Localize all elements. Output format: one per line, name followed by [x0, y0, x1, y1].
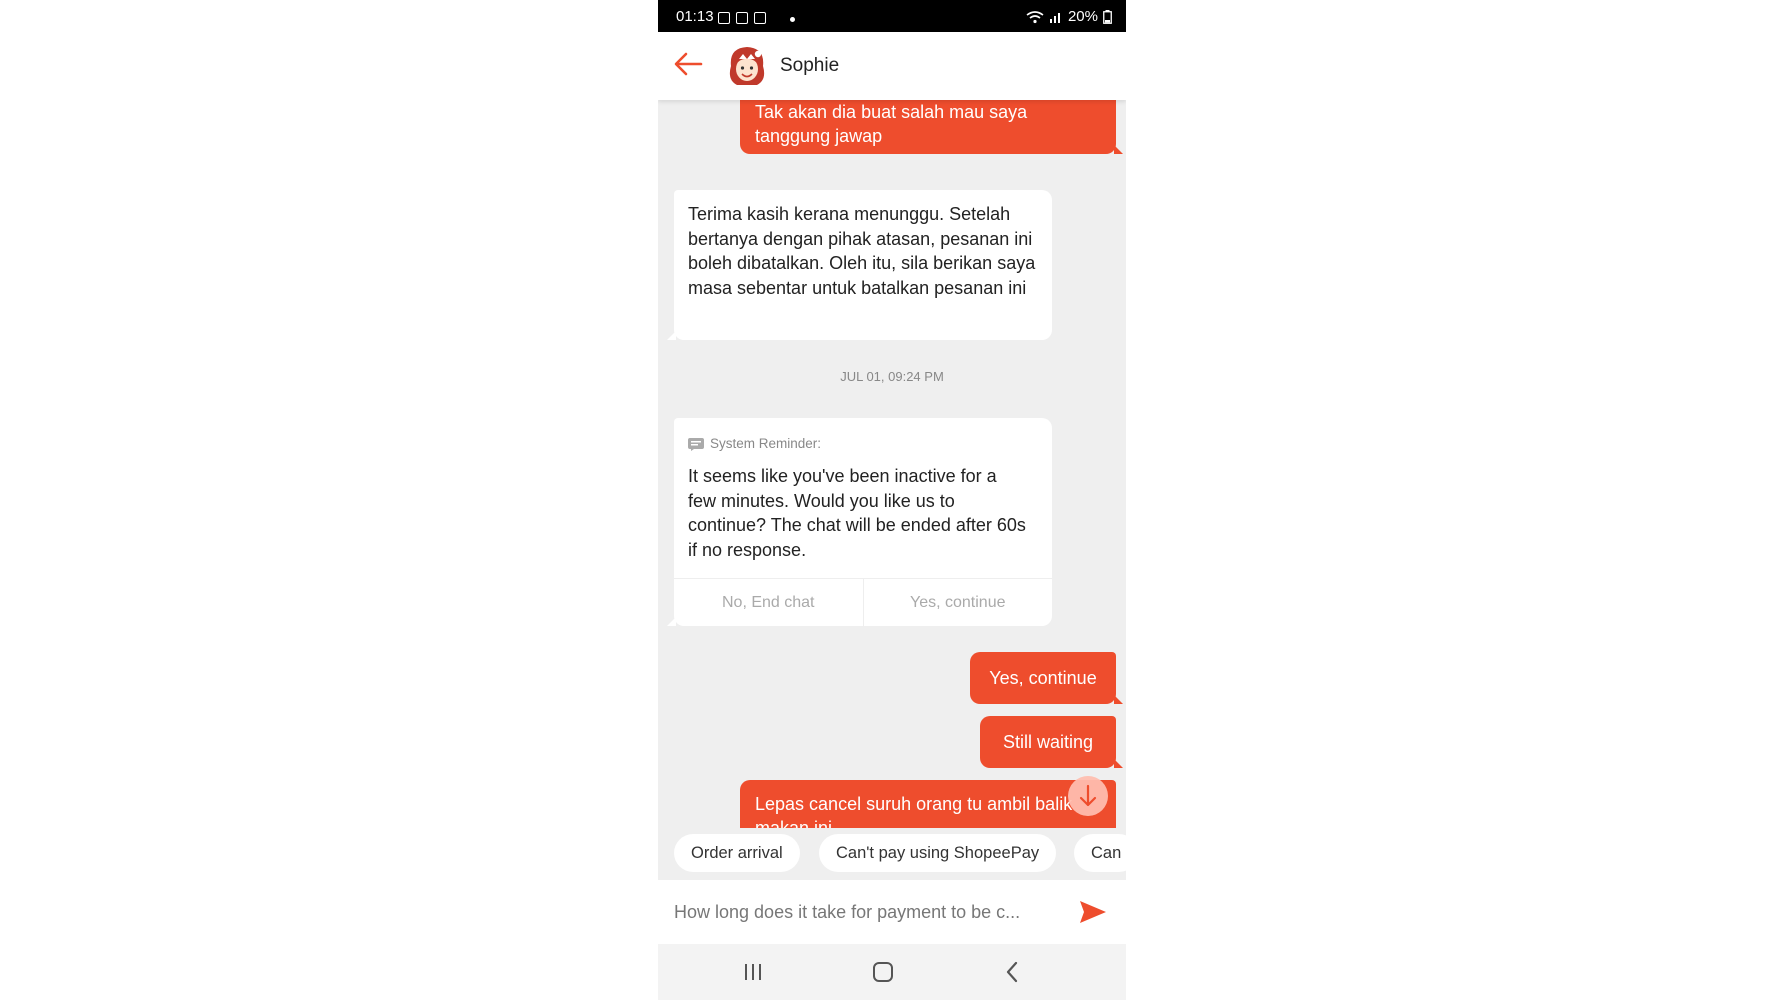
message-list[interactable]: Tak akan dia buat salah mau saya tanggun… [658, 100, 1126, 828]
message-text: Still waiting [1002, 732, 1094, 752]
arrow-left-icon[interactable] [672, 50, 704, 78]
system-nav-bar [658, 944, 1126, 1000]
system-reminder-card: System Reminder: It seems like you've be… [667, 418, 1052, 627]
message-bubble-sent[interactable]: Tak akan dia buat salah mau saya tanggun… [740, 100, 1123, 154]
message-text: Lepas cancel suruh orang tu ambil balik … [755, 794, 1073, 828]
battery-icon [1103, 9, 1112, 24]
quick-reply-chip[interactable]: Can't pay using ShopeePay [819, 834, 1057, 872]
app-notification-icon [754, 12, 766, 24]
message-text: Terima kasih kerana menunggu. Setelah be… [688, 204, 1036, 298]
message-input[interactable] [672, 894, 1051, 930]
recent-apps-icon[interactable] [738, 958, 768, 986]
shop-notification-icon [736, 12, 748, 24]
chat-header: Sophie [658, 32, 1126, 100]
status-time: 01:13 [676, 8, 714, 25]
reminder-title: System Reminder: [710, 436, 822, 451]
reminder-body: It seems like you've been inactive for a… [688, 466, 1026, 560]
message-bubble-sent[interactable]: Lepas cancel suruh orang tu ambil balik … [740, 780, 1116, 828]
wifi-icon [1026, 10, 1044, 23]
signal-icon [1049, 12, 1060, 23]
more-notifications-icon [790, 17, 795, 22]
reminder-header: System Reminder: [688, 432, 821, 457]
end-chat-button[interactable]: No, End chat [674, 579, 864, 627]
status-bar: 01:13 20% [658, 0, 1126, 32]
message-text: Tak akan dia buat salah mau saya tanggun… [755, 102, 1028, 146]
avatar[interactable] [726, 44, 768, 88]
reminder-actions: No, End chat Yes, continue [674, 578, 1052, 627]
message-bubble-received[interactable]: Terima kasih kerana menunggu. Setelah be… [667, 190, 1052, 340]
quick-reply-chip[interactable]: Order arrival [674, 834, 800, 872]
message-bubble-sent[interactable]: Still waiting [980, 716, 1123, 768]
back-nav-icon[interactable] [998, 958, 1028, 986]
continue-button[interactable]: Yes, continue [864, 579, 1053, 627]
gallery-notification-icon [718, 12, 730, 24]
message-icon [688, 437, 704, 451]
contact-name[interactable]: Sophie [780, 55, 839, 77]
message-text: Yes, continue [989, 668, 1097, 688]
chat-screen: 01:13 20% Sophie Tak akan dia buat salah… [658, 0, 1126, 1000]
message-timestamp: JUL 01, 09:24 PM [840, 369, 944, 384]
battery-percent: 20% [1067, 8, 1098, 25]
message-input-bar [658, 880, 1126, 944]
home-icon[interactable] [868, 958, 898, 986]
send-icon[interactable] [1078, 898, 1108, 926]
quick-replies[interactable]: Order arrival Can't pay using ShopeePay … [658, 828, 1126, 880]
message-bubble-sent[interactable]: Yes, continue [970, 652, 1123, 704]
quick-reply-chip[interactable]: Can [1074, 834, 1126, 872]
arrow-down-icon[interactable] [1068, 776, 1108, 816]
